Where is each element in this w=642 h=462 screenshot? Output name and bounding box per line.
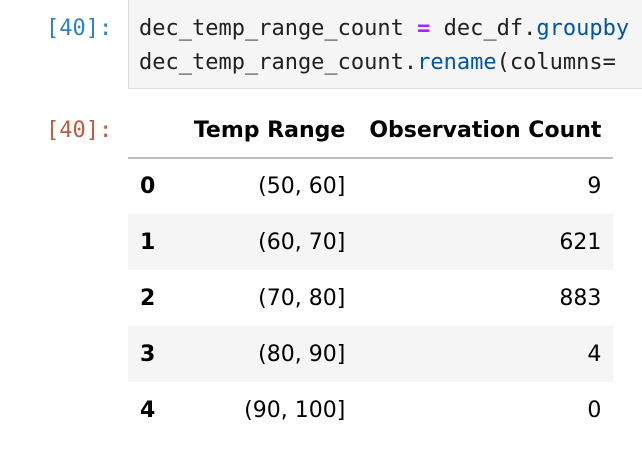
table-row: 0 (50, 60] 9: [128, 158, 613, 214]
notebook-page: [40]: dec_temp_range_count = dec_df.grou…: [0, 0, 642, 462]
code-line-2: dec_temp_range_count.rename(columns=: [139, 46, 616, 80]
temp-range-cell: (80, 90]: [258, 341, 346, 367]
table-header-row: Temp Range Observation Count: [128, 104, 614, 159]
row-index: 3: [140, 341, 156, 367]
code-token-operator: =: [417, 16, 431, 41]
code-token-object: dec_df.: [443, 16, 537, 41]
code-line-1: dec_temp_range_count = dec_df.groupby: [139, 12, 629, 46]
temp-range-cell: (70, 80]: [258, 285, 346, 311]
observation-count-cell: 4: [587, 341, 602, 367]
input-prompt: [40]:: [46, 16, 113, 41]
code-token-var: dec_temp_range_count.: [139, 50, 418, 75]
temp-range-cell: (50, 60]: [258, 174, 346, 199]
code-token-var: dec_temp_range_count: [139, 16, 404, 41]
row-index: 1: [140, 229, 156, 255]
row-index: 2: [140, 285, 156, 311]
observation-count-cell: 0: [587, 397, 602, 423]
output-prompt: [40]:: [46, 118, 113, 143]
temp-range-cell: (90, 100]: [244, 397, 346, 423]
table-row: 4 (90, 100] 0: [128, 382, 613, 438]
row-index: 0: [140, 174, 156, 199]
observation-count-cell: 621: [559, 229, 602, 255]
column-header-temp-range: Temp Range: [167, 104, 358, 159]
index-header: [128, 104, 168, 159]
table-row: 3 (80, 90] 4: [128, 326, 614, 382]
observation-count-cell: 883: [559, 285, 602, 311]
row-index: 4: [140, 397, 156, 423]
code-token-method: rename: [417, 50, 497, 75]
dataframe-table: Temp Range Observation Count 0 (50, 60] …: [128, 104, 614, 438]
temp-range-cell: (60, 70]: [258, 229, 346, 255]
column-header-observation-count: Observation Count: [357, 104, 614, 159]
table-row: 2 (70, 80] 883: [128, 270, 613, 326]
code-cell-editor[interactable]: dec_temp_range_count = dec_df.groupby de…: [128, 0, 642, 89]
table-row: 1 (60, 70] 621: [128, 214, 614, 270]
code-token-method: groupby: [536, 16, 630, 41]
code-token-args: (columns=: [496, 50, 616, 75]
observation-count-cell: 9: [587, 174, 602, 199]
